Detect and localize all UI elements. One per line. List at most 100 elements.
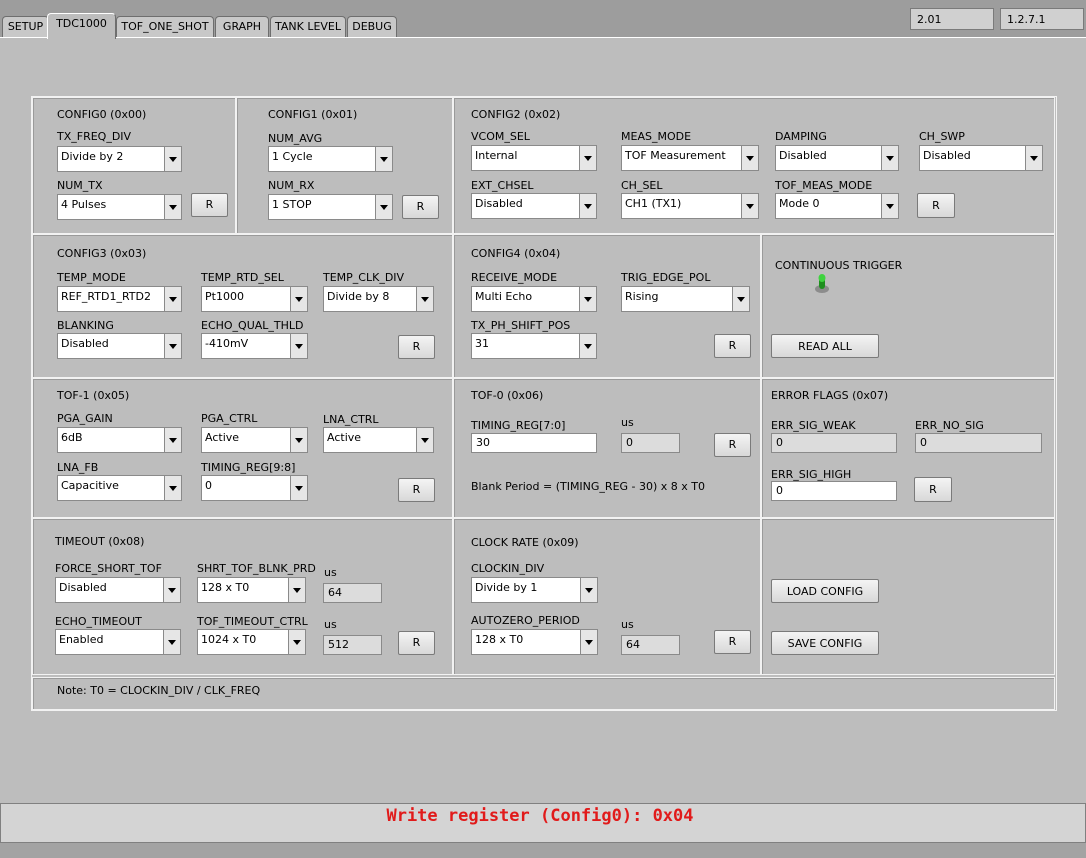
error-flags-read-button[interactable]: R (914, 477, 952, 502)
blanking-dropdown[interactable]: Disabled (57, 333, 182, 359)
config4-read-button[interactable]: R (714, 334, 751, 358)
temp-clk-div-dropdown[interactable]: Divide by 8 (323, 286, 434, 312)
trig-edge-pol-dropdown[interactable]: Rising (621, 286, 750, 312)
tof0-read-button[interactable]: R (714, 433, 751, 457)
ch-sel-label: CH_SEL (621, 179, 663, 192)
temp-mode-dropdown[interactable]: REF_RTD1_RTD2 (57, 286, 182, 312)
err-no-sig-field: 0 (915, 433, 1042, 453)
chevron-down-icon[interactable] (416, 428, 433, 452)
continuous-trigger-toggle[interactable] (813, 272, 831, 294)
clock-rate-title: CLOCK RATE (0x09) (471, 536, 579, 549)
chevron-down-icon[interactable] (163, 578, 180, 602)
shrt-tof-blnk-prd-dropdown[interactable]: 128 x T0 (197, 577, 306, 603)
chevron-down-icon[interactable] (375, 195, 392, 219)
config2-title: CONFIG2 (0x02) (471, 108, 561, 121)
tab-tank-level[interactable]: TANK LEVEL (270, 16, 346, 37)
save-config-button[interactable]: SAVE CONFIG (771, 631, 879, 655)
ch-swp-dropdown[interactable]: Disabled (919, 145, 1043, 171)
tx-freq-div-dropdown[interactable]: Divide by 2 (57, 146, 182, 172)
receive-mode-dropdown[interactable]: Multi Echo (471, 286, 597, 312)
chevron-down-icon[interactable] (164, 287, 181, 311)
chevron-down-icon[interactable] (579, 334, 596, 358)
chevron-down-icon[interactable] (164, 147, 181, 171)
chevron-down-icon[interactable] (164, 195, 181, 219)
err-sig-weak-label: ERR_SIG_WEAK (771, 419, 856, 432)
tof-timeout-ctrl-dropdown[interactable]: 1024 x T0 (197, 629, 306, 655)
tof1-read-button[interactable]: R (398, 478, 435, 502)
num-avg-dropdown[interactable]: 1 Cycle (268, 146, 393, 172)
num-tx-dropdown[interactable]: 4 Pulses (57, 194, 182, 220)
dropdown-value: 128 x T0 (475, 633, 524, 646)
echo-timeout-dropdown[interactable]: Enabled (55, 629, 181, 655)
config2-read-button[interactable]: R (917, 193, 955, 218)
tx-ph-shift-pos-label: TX_PH_SHIFT_POS (471, 319, 571, 332)
tof0-us-field: 0 (621, 433, 680, 453)
autozero-period-dropdown[interactable]: 128 x T0 (471, 629, 598, 655)
echo-qual-thld-dropdown[interactable]: -410mV (201, 333, 308, 359)
chevron-down-icon[interactable] (163, 630, 180, 654)
chevron-down-icon[interactable] (580, 578, 597, 602)
chevron-down-icon[interactable] (290, 334, 307, 358)
temp-mode-label: TEMP_MODE (57, 271, 126, 284)
dropdown-value: Active (205, 431, 240, 444)
config0-read-button[interactable]: R (191, 193, 228, 217)
pga-ctrl-label: PGA_CTRL (201, 412, 258, 425)
config1-read-button[interactable]: R (402, 195, 439, 219)
force-short-tof-dropdown[interactable]: Disabled (55, 577, 181, 603)
damping-label: DAMPING (775, 130, 827, 143)
chevron-down-icon[interactable] (579, 146, 596, 170)
blanking-label: BLANKING (57, 319, 114, 332)
lna-ctrl-label: LNA_CTRL (323, 413, 379, 426)
chevron-down-icon[interactable] (290, 476, 307, 500)
tab-graph[interactable]: GRAPH (215, 16, 269, 37)
chevron-down-icon[interactable] (580, 630, 597, 654)
timing-reg-98-dropdown[interactable]: 0 (201, 475, 308, 501)
tab-tdc1000[interactable]: TDC1000 (47, 13, 116, 39)
chevron-down-icon[interactable] (732, 287, 749, 311)
chevron-down-icon[interactable] (290, 428, 307, 452)
timeout-title: TIMEOUT (0x08) (55, 535, 145, 548)
tab-tof-one-shot[interactable]: TOF_ONE_SHOT (116, 16, 214, 37)
tab-debug[interactable]: DEBUG (347, 16, 397, 37)
vcom-sel-dropdown[interactable]: Internal (471, 145, 597, 171)
timing-reg-70-input[interactable]: 30 (471, 433, 597, 453)
load-config-button[interactable]: LOAD CONFIG (771, 579, 879, 603)
chevron-down-icon[interactable] (881, 194, 898, 218)
clockin-div-dropdown[interactable]: Divide by 1 (471, 577, 598, 603)
chevron-down-icon[interactable] (164, 428, 181, 452)
damping-dropdown[interactable]: Disabled (775, 145, 899, 171)
lna-fb-dropdown[interactable]: Capacitive (57, 475, 182, 501)
config3-read-button[interactable]: R (398, 335, 435, 359)
tab-setup[interactable]: SETUP (2, 16, 49, 37)
pga-ctrl-dropdown[interactable]: Active (201, 427, 308, 453)
temp-rtd-sel-dropdown[interactable]: Pt1000 (201, 286, 308, 312)
chevron-down-icon[interactable] (288, 630, 305, 654)
num-rx-dropdown[interactable]: 1 STOP (268, 194, 393, 220)
chevron-down-icon[interactable] (579, 287, 596, 311)
chevron-down-icon[interactable] (579, 194, 596, 218)
lna-ctrl-dropdown[interactable]: Active (323, 427, 434, 453)
chevron-down-icon[interactable] (741, 194, 758, 218)
tx-ph-shift-pos-dropdown[interactable]: 31 (471, 333, 597, 359)
pga-gain-dropdown[interactable]: 6dB (57, 427, 182, 453)
dropdown-value: 4 Pulses (61, 198, 107, 211)
chevron-down-icon[interactable] (375, 147, 392, 171)
timing-reg-98-label: TIMING_REG[9:8] (201, 461, 296, 474)
clock-rate-read-button[interactable]: R (714, 630, 751, 654)
chevron-down-icon[interactable] (288, 578, 305, 602)
chevron-down-icon[interactable] (881, 146, 898, 170)
read-all-button[interactable]: READ ALL (771, 334, 879, 358)
chevron-down-icon[interactable] (416, 287, 433, 311)
chevron-down-icon[interactable] (290, 287, 307, 311)
chevron-down-icon[interactable] (1025, 146, 1042, 170)
timeout-us1-field: 64 (323, 583, 382, 603)
tof0-title: TOF-0 (0x06) (471, 389, 544, 402)
meas-mode-dropdown[interactable]: TOF Measurement (621, 145, 759, 171)
chevron-down-icon[interactable] (164, 476, 181, 500)
chevron-down-icon[interactable] (164, 334, 181, 358)
ch-sel-dropdown[interactable]: CH1 (TX1) (621, 193, 759, 219)
ext-chsel-dropdown[interactable]: Disabled (471, 193, 597, 219)
tof-meas-mode-dropdown[interactable]: Mode 0 (775, 193, 899, 219)
chevron-down-icon[interactable] (741, 146, 758, 170)
timeout-read-button[interactable]: R (398, 631, 435, 655)
